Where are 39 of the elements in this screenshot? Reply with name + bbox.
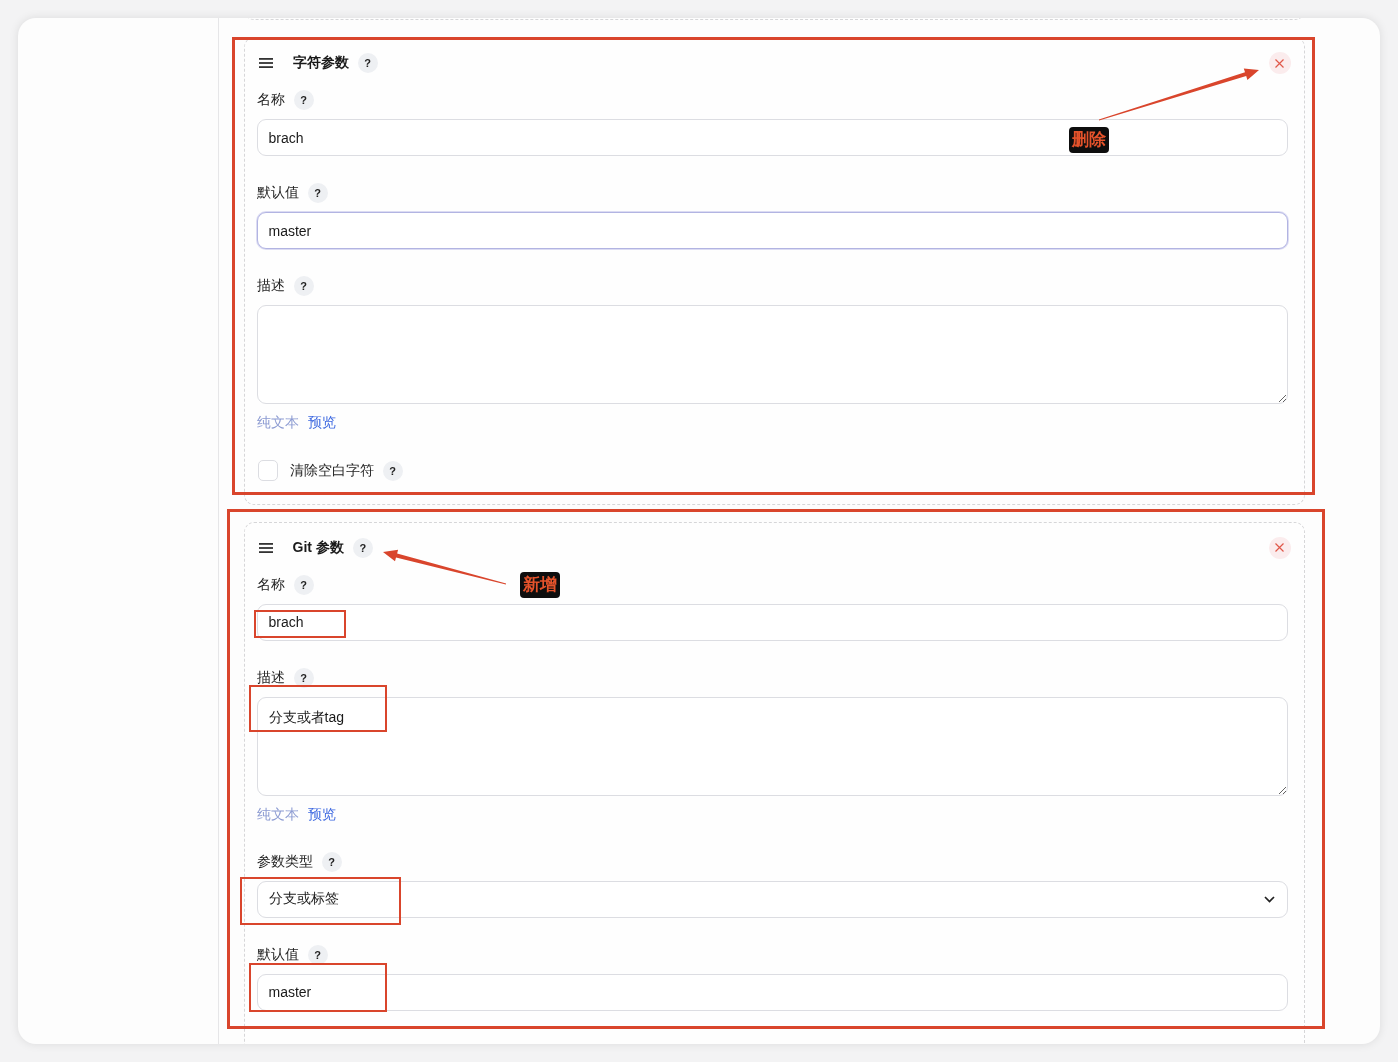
chevron-down-icon bbox=[1263, 895, 1275, 903]
checkbox[interactable] bbox=[257, 460, 278, 481]
field-label: 描述 bbox=[256, 668, 285, 687]
text-field[interactable]: master bbox=[256, 973, 1288, 1011]
close-icon bbox=[1275, 58, 1284, 68]
formatter-label: 纯文本 bbox=[256, 414, 299, 432]
help-button[interactable]: ? bbox=[321, 851, 342, 872]
help-button[interactable]: ? bbox=[307, 944, 328, 965]
preview-link[interactable]: 预览 bbox=[307, 805, 336, 824]
help-button[interactable]: ? bbox=[293, 276, 314, 296]
field-label: 参数类型 bbox=[256, 852, 313, 871]
help-button[interactable]: ? bbox=[357, 53, 378, 73]
remove-button[interactable] bbox=[1268, 52, 1291, 74]
checkbox-label: 清除空白字符 bbox=[289, 461, 374, 480]
formatter-label: 纯文本 bbox=[256, 805, 299, 824]
field-label: 默认值 bbox=[256, 945, 299, 964]
help-button[interactable]: ? bbox=[293, 574, 314, 595]
help-button[interactable]: ? bbox=[382, 460, 403, 481]
help-button[interactable]: ? bbox=[307, 183, 328, 203]
field-label: 默认值 bbox=[256, 184, 299, 202]
card-title: 字符参数 bbox=[292, 54, 349, 72]
text-field[interactable]: master bbox=[256, 212, 1288, 249]
field-label: 名称 bbox=[256, 575, 285, 594]
card-title: Git 参数 bbox=[292, 538, 344, 557]
callout-label: 新增 bbox=[520, 572, 560, 598]
help-button[interactable]: ? bbox=[352, 537, 373, 558]
field-label: 名称 bbox=[256, 91, 285, 109]
hamburger-icon[interactable] bbox=[258, 58, 273, 68]
callout-label: 删除 bbox=[1069, 127, 1109, 153]
remove-button[interactable] bbox=[1268, 536, 1291, 559]
help-button[interactable]: ? bbox=[293, 667, 314, 688]
help-button[interactable]: ? bbox=[293, 90, 314, 110]
hamburger-icon[interactable] bbox=[258, 542, 273, 553]
text-field[interactable]: brach bbox=[256, 603, 1288, 641]
text-area[interactable]: 分支或者tag bbox=[256, 696, 1288, 796]
dropdown[interactable]: 分支或标签 bbox=[256, 880, 1288, 918]
field-label: 描述 bbox=[256, 277, 285, 295]
close-icon bbox=[1275, 543, 1284, 552]
preview-link[interactable]: 预览 bbox=[307, 414, 336, 432]
